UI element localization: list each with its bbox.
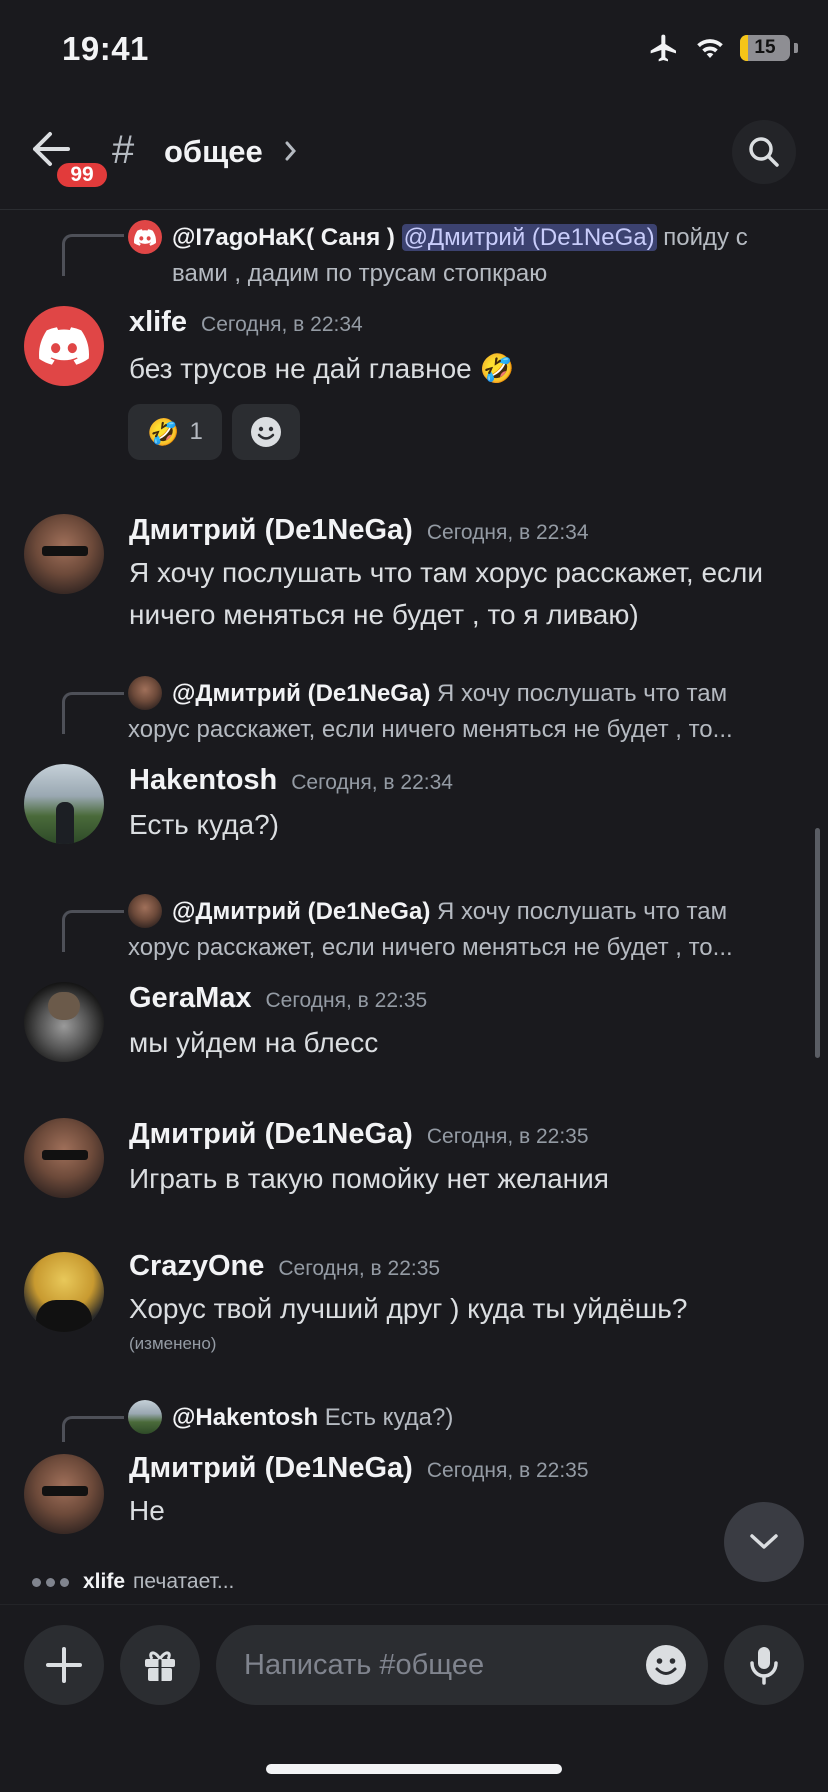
- airplane-icon: [650, 34, 676, 62]
- timestamp: Сегодня, в 22:34: [291, 771, 453, 794]
- reply-text: @Дмитрий (De1NeGa) Я хочу послушать что …: [172, 894, 800, 930]
- reply-text: @Дмитрий (De1NeGa) Я хочу послушать что …: [172, 676, 800, 712]
- reply-text-line2: хорус расскажет, если ничего меняться не…: [128, 934, 733, 961]
- smile-icon: [251, 417, 281, 447]
- voice-message-button[interactable]: [724, 1625, 804, 1705]
- message-text: Есть куда?): [129, 809, 279, 840]
- timestamp: Сегодня, в 22:35: [278, 1257, 441, 1280]
- typing-dots: [32, 1577, 69, 1587]
- reply-avatar: [128, 676, 162, 710]
- sunglasses: [42, 1486, 88, 1496]
- avatar[interactable]: [24, 764, 104, 844]
- reply-username: @Дмитрий (De1NeGa): [172, 680, 431, 707]
- discord-logo-icon: [134, 228, 156, 246]
- message-text: Не: [129, 1495, 165, 1526]
- timestamp: Сегодня, в 22:35: [426, 1125, 589, 1148]
- username[interactable]: GeraMax Сегодня, в 22:35: [129, 982, 427, 1015]
- reactions-row: 🤣 1: [128, 404, 300, 460]
- chevron-right-icon[interactable]: [284, 138, 298, 164]
- message-text: Играть в такую помойку нет желания: [129, 1163, 609, 1194]
- gift-button[interactable]: [120, 1625, 200, 1705]
- reply-text-line2: хорус расскажет, если ничего меняться не…: [128, 716, 733, 743]
- channel-title[interactable]: общее: [164, 134, 263, 170]
- reply-username: @I7agoHaK( Саня ): [172, 224, 395, 251]
- add-attachment-button[interactable]: [24, 1625, 104, 1705]
- figure: [56, 802, 74, 844]
- smile-icon[interactable]: [644, 1643, 688, 1687]
- timestamp: Сегодня, в 22:34: [201, 313, 363, 336]
- username[interactable]: Дмитрий (De1NeGa) Сегодня, в 22:35: [129, 1118, 589, 1151]
- message-text: без трусов не дай главное 🤣: [129, 353, 515, 384]
- home-indicator[interactable]: [266, 1764, 562, 1774]
- reply-connector: [62, 910, 124, 952]
- message-text: мы уйдем на блесс: [129, 1027, 379, 1058]
- status-bar: 19:41 15: [0, 0, 828, 100]
- reply-avatar: [128, 1400, 162, 1434]
- reply-avatar: [128, 894, 162, 928]
- timestamp: Сегодня, в 22:34: [426, 521, 589, 544]
- edited-label: (изменено): [129, 1334, 217, 1353]
- reply-username: @Hakentosh: [172, 1404, 319, 1431]
- avatar[interactable]: [24, 514, 104, 594]
- sunglasses: [42, 546, 88, 556]
- avatar[interactable]: [24, 1454, 104, 1534]
- battery-level: 15: [754, 37, 776, 58]
- jump-to-bottom-button[interactable]: [724, 1502, 804, 1582]
- typing-suffix: печатает...: [133, 1570, 235, 1593]
- add-reaction-button[interactable]: [232, 404, 300, 460]
- avatar[interactable]: [24, 1118, 104, 1198]
- battery-tip: [794, 43, 798, 53]
- discord-logo-icon: [39, 327, 89, 365]
- timestamp: Сегодня, в 22:35: [426, 1459, 589, 1482]
- username[interactable]: Hakentosh Сегодня, в 22:34: [129, 764, 453, 797]
- reaction-emoji: 🤣: [147, 416, 180, 447]
- gift-icon: [145, 1651, 175, 1681]
- reply-content: Есть куда?): [318, 1404, 454, 1431]
- channel-hash-icon: #: [112, 128, 135, 172]
- unread-badge: 99: [54, 160, 110, 190]
- reply-avatar: [128, 220, 162, 254]
- plus-icon: [46, 1647, 82, 1683]
- scrollbar[interactable]: [815, 828, 820, 1058]
- username[interactable]: Дмитрий (De1NeGa) Сегодня, в 22:35: [129, 1452, 589, 1485]
- username[interactable]: xlife Сегодня, в 22:34: [129, 306, 363, 339]
- reaction-count: 1: [189, 418, 203, 445]
- typing-user: xlife: [83, 1570, 126, 1593]
- timestamp: Сегодня, в 22:35: [265, 989, 428, 1012]
- wifi-icon: [697, 39, 723, 58]
- reply-text: @Hakentosh Есть куда?): [172, 1400, 800, 1436]
- message-text: Я хочу послушать что там хорус расскажет…: [129, 557, 764, 630]
- battery-icon: 15: [740, 35, 790, 61]
- reply-content: Я хочу послушать что там: [430, 898, 728, 925]
- reply-connector: [62, 1416, 124, 1442]
- channel-header: 99 # общее: [0, 100, 828, 210]
- sunglasses: [42, 1150, 88, 1160]
- avatar[interactable]: [24, 306, 104, 386]
- bear-head: [48, 992, 80, 1020]
- avatar[interactable]: [24, 982, 104, 1062]
- username[interactable]: Дмитрий (De1NeGa) Сегодня, в 22:34: [129, 514, 589, 547]
- search-button[interactable]: [732, 120, 796, 184]
- message-text: Хорус твой лучший друг ) куда ты уйдёшь?: [129, 1293, 688, 1324]
- reply-connector: [62, 234, 124, 276]
- username[interactable]: CrazyOne Сегодня, в 22:35: [129, 1250, 440, 1283]
- mention-tag[interactable]: @Дмитрий (De1NeGa): [401, 224, 657, 251]
- search-icon: [749, 137, 779, 167]
- reply-text: @I7agoHaK( Саня ) @Дмитрий (De1NeGa) пой…: [172, 220, 800, 292]
- jacket: [36, 1300, 92, 1332]
- reply-connector: [62, 692, 124, 734]
- chevron-down-icon: [750, 1534, 778, 1549]
- message-input-box[interactable]: [216, 1625, 708, 1705]
- reaction-chip[interactable]: 🤣 1: [128, 404, 222, 460]
- mic-icon: [750, 1647, 778, 1685]
- message-input[interactable]: [244, 1625, 624, 1705]
- reply-username: @Дмитрий (De1NeGa): [172, 898, 431, 925]
- status-icons: 15: [648, 32, 798, 64]
- typing-indicator: xlife печатает...: [32, 1570, 234, 1594]
- status-time: 19:41: [62, 30, 149, 67]
- reply-content: Я хочу послушать что там: [430, 680, 728, 707]
- avatar[interactable]: [24, 1252, 104, 1332]
